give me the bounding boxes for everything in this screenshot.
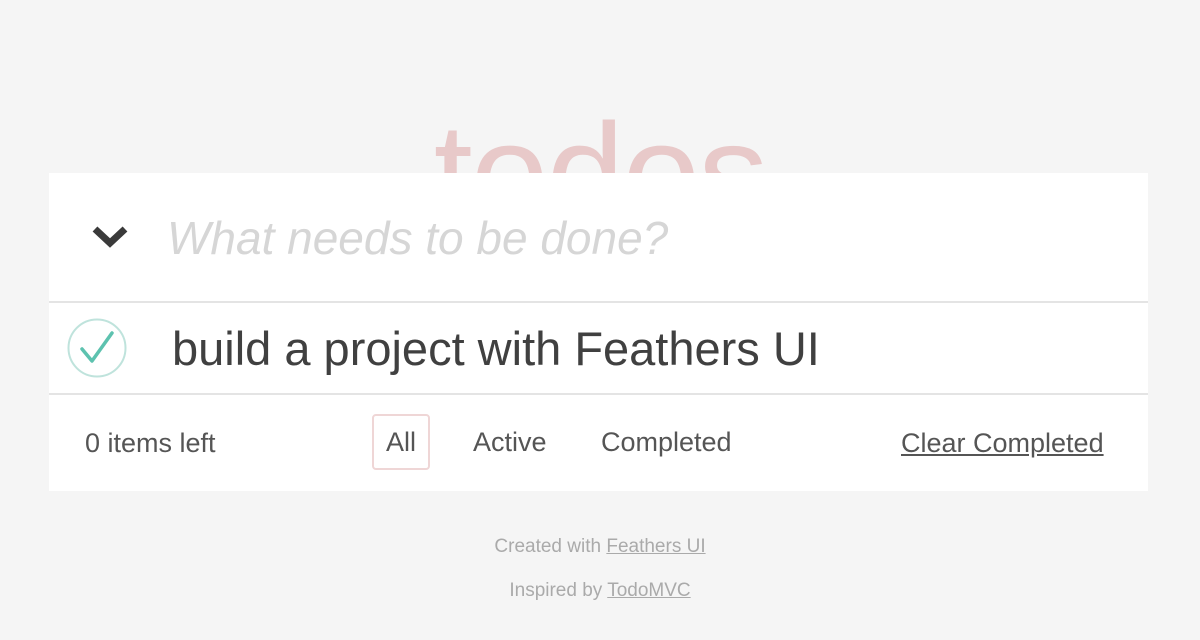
info-created-with: Created with Feathers UI	[0, 535, 1200, 559]
checkmark-circle-icon	[67, 318, 127, 378]
filter-all[interactable]: All	[372, 414, 431, 470]
filter-completed[interactable]: Completed	[587, 414, 746, 470]
todomvc-link[interactable]: TodoMVC	[607, 580, 690, 601]
todo-card: build a project with Feathers UI 0 items…	[49, 173, 1148, 491]
new-todo-input[interactable]	[161, 203, 1133, 273]
info-inspired-by: Inspired by TodoMVC	[0, 579, 1200, 603]
clear-completed-button[interactable]: Clear Completed	[901, 427, 1104, 459]
toggle-all-button[interactable]	[87, 219, 133, 255]
info-created-prefix: Created with	[494, 536, 607, 557]
todo-item: build a project with Feathers UI	[49, 303, 1148, 395]
todo-footer: 0 items left All Active Completed Clear …	[49, 395, 1148, 491]
feathers-ui-link[interactable]: Feathers UI	[606, 536, 705, 557]
items-left-count: 0 items left	[85, 428, 216, 458]
chevron-down-icon	[92, 226, 128, 248]
info-inspired-prefix: Inspired by	[509, 580, 608, 601]
filter-active[interactable]: Active	[459, 414, 561, 470]
todo-item-checkbox[interactable]	[67, 318, 127, 378]
todo-item-label[interactable]: build a project with Feathers UI	[172, 321, 820, 377]
new-todo-row	[49, 173, 1148, 303]
